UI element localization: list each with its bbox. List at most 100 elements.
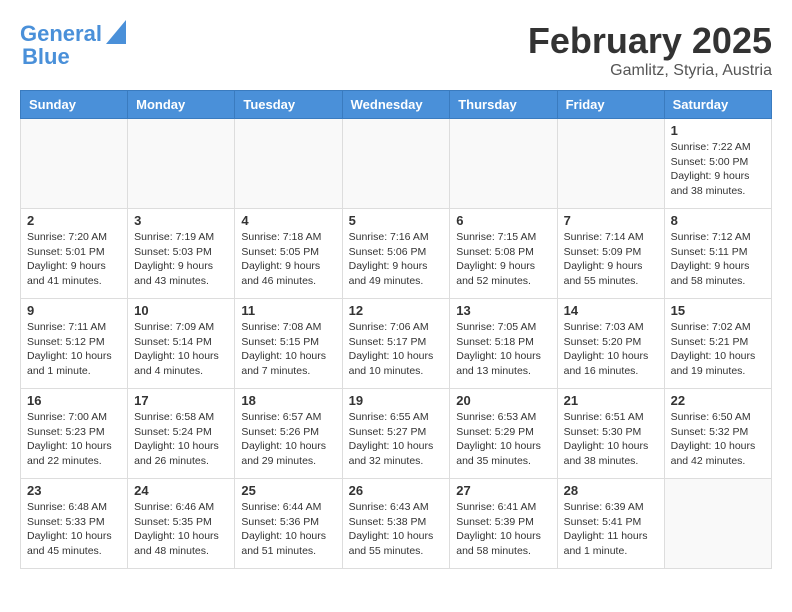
day-info: Sunrise: 7:05 AM Sunset: 5:18 PM Dayligh… xyxy=(456,320,550,379)
day-info: Sunrise: 7:15 AM Sunset: 5:08 PM Dayligh… xyxy=(456,230,550,289)
day-number: 21 xyxy=(564,393,658,408)
day-cell: 4Sunrise: 7:18 AM Sunset: 5:05 PM Daylig… xyxy=(235,209,342,299)
day-cell: 15 Sunrise: 7:02 AM Sunset: 5:21 PM Dayli… xyxy=(664,299,771,389)
day-info: Sunrise: 7:06 AM Sunset: 5:17 PM Dayligh… xyxy=(349,320,444,379)
week-row-2: 2 Sunrise: 7:20 AM Sunset: 5:01 PM Daylig… xyxy=(21,209,772,299)
day-info: Sunrise: 6:41 AM Sunset: 5:39 PM Dayligh… xyxy=(456,500,550,559)
weekday-header-thursday: Thursday xyxy=(450,91,557,119)
day-cell: 11 Sunrise: 7:08 AM Sunset: 5:15 PM Dayli… xyxy=(235,299,342,389)
day-info: Sunrise: 6:44 AM Sunset: 5:36 PM Dayligh… xyxy=(241,500,335,559)
day-info: Sunrise: 7:12 AM Sunset: 5:11 PM Dayligh… xyxy=(671,230,765,289)
day-cell: 28 Sunrise: 6:39 AM Sunset: 5:41 PM Dayli… xyxy=(557,479,664,569)
day-info: Sunrise: 6:48 AM Sunset: 5:33 PM Dayligh… xyxy=(27,500,121,559)
day-cell: 24 Sunrise: 6:46 AM Sunset: 5:35 PM Dayli… xyxy=(128,479,235,569)
day-cell: 22Sunrise: 6:50 AM Sunset: 5:32 PM Dayli… xyxy=(664,389,771,479)
day-info: Sunrise: 7:09 AM Sunset: 5:14 PM Dayligh… xyxy=(134,320,228,379)
day-number: 23 xyxy=(27,483,121,498)
day-cell: 25 Sunrise: 6:44 AM Sunset: 5:36 PM Dayli… xyxy=(235,479,342,569)
day-info: Sunrise: 6:43 AM Sunset: 5:38 PM Dayligh… xyxy=(349,500,444,559)
day-info: Sunrise: 7:02 AM Sunset: 5:21 PM Dayligh… xyxy=(671,320,765,379)
week-row-3: 9 Sunrise: 7:11 AM Sunset: 5:12 PM Daylig… xyxy=(21,299,772,389)
day-info: Sunrise: 7:08 AM Sunset: 5:15 PM Dayligh… xyxy=(241,320,335,379)
day-info: Sunrise: 6:57 AM Sunset: 5:26 PM Dayligh… xyxy=(241,410,335,469)
day-cell: 2 Sunrise: 7:20 AM Sunset: 5:01 PM Daylig… xyxy=(21,209,128,299)
page-header: General Blue February 2025 Gamlitz, Styr… xyxy=(20,20,772,80)
day-number: 2 xyxy=(27,213,121,228)
day-number: 5 xyxy=(349,213,444,228)
day-cell: 14 Sunrise: 7:03 AM Sunset: 5:20 PM Dayli… xyxy=(557,299,664,389)
day-cell: 23 Sunrise: 6:48 AM Sunset: 5:33 PM Dayli… xyxy=(21,479,128,569)
day-cell xyxy=(128,119,235,209)
day-cell: 19Sunrise: 6:55 AM Sunset: 5:27 PM Dayli… xyxy=(342,389,450,479)
day-cell: 12Sunrise: 7:06 AM Sunset: 5:17 PM Dayli… xyxy=(342,299,450,389)
month-title: February 2025 xyxy=(528,20,772,62)
day-number: 14 xyxy=(564,303,658,318)
weekday-header-tuesday: Tuesday xyxy=(235,91,342,119)
weekday-header-row: SundayMondayTuesdayWednesdayThursdayFrid… xyxy=(21,91,772,119)
day-info: Sunrise: 6:39 AM Sunset: 5:41 PM Dayligh… xyxy=(564,500,658,559)
weekday-header-sunday: Sunday xyxy=(21,91,128,119)
day-number: 24 xyxy=(134,483,228,498)
day-number: 9 xyxy=(27,303,121,318)
day-cell: 17 Sunrise: 6:58 AM Sunset: 5:24 PM Dayli… xyxy=(128,389,235,479)
week-row-5: 23 Sunrise: 6:48 AM Sunset: 5:33 PM Dayli… xyxy=(21,479,772,569)
day-number: 20 xyxy=(456,393,550,408)
day-number: 15 xyxy=(671,303,765,318)
day-number: 6 xyxy=(456,213,550,228)
day-cell: 21 Sunrise: 6:51 AM Sunset: 5:30 PM Dayli… xyxy=(557,389,664,479)
day-cell xyxy=(342,119,450,209)
day-cell: 9 Sunrise: 7:11 AM Sunset: 5:12 PM Daylig… xyxy=(21,299,128,389)
day-number: 16 xyxy=(27,393,121,408)
day-cell: 20 Sunrise: 6:53 AM Sunset: 5:29 PM Dayli… xyxy=(450,389,557,479)
day-cell xyxy=(557,119,664,209)
day-number: 13 xyxy=(456,303,550,318)
day-info: Sunrise: 6:53 AM Sunset: 5:29 PM Dayligh… xyxy=(456,410,550,469)
logo-text: General xyxy=(20,22,102,46)
day-cell: 26 Sunrise: 6:43 AM Sunset: 5:38 PM Dayli… xyxy=(342,479,450,569)
day-number: 18 xyxy=(241,393,335,408)
day-number: 3 xyxy=(134,213,228,228)
day-info: Sunrise: 7:03 AM Sunset: 5:20 PM Dayligh… xyxy=(564,320,658,379)
weekday-header-monday: Monday xyxy=(128,91,235,119)
weekday-header-friday: Friday xyxy=(557,91,664,119)
day-cell: 16 Sunrise: 7:00 AM Sunset: 5:23 PM Dayli… xyxy=(21,389,128,479)
day-info: Sunrise: 7:20 AM Sunset: 5:01 PM Dayligh… xyxy=(27,230,121,289)
day-number: 26 xyxy=(349,483,444,498)
day-number: 10 xyxy=(134,303,228,318)
day-info: Sunrise: 7:00 AM Sunset: 5:23 PM Dayligh… xyxy=(27,410,121,469)
day-cell: 18 Sunrise: 6:57 AM Sunset: 5:26 PM Dayli… xyxy=(235,389,342,479)
day-number: 27 xyxy=(456,483,550,498)
day-info: Sunrise: 7:19 AM Sunset: 5:03 PM Dayligh… xyxy=(134,230,228,289)
day-info: Sunrise: 6:46 AM Sunset: 5:35 PM Dayligh… xyxy=(134,500,228,559)
day-cell: 1 Sunrise: 7:22 AM Sunset: 5:00 PM Daylig… xyxy=(664,119,771,209)
day-cell: 10 Sunrise: 7:09 AM Sunset: 5:14 PM Dayli… xyxy=(128,299,235,389)
title-area: February 2025 Gamlitz, Styria, Austria xyxy=(528,20,772,80)
day-number: 28 xyxy=(564,483,658,498)
weekday-header-wednesday: Wednesday xyxy=(342,91,450,119)
day-cell: 8Sunrise: 7:12 AM Sunset: 5:11 PM Daylig… xyxy=(664,209,771,299)
day-number: 11 xyxy=(241,303,335,318)
logo-text2: Blue xyxy=(22,45,70,69)
logo: General Blue xyxy=(20,20,126,69)
day-cell: 3 Sunrise: 7:19 AM Sunset: 5:03 PM Daylig… xyxy=(128,209,235,299)
day-info: Sunrise: 6:58 AM Sunset: 5:24 PM Dayligh… xyxy=(134,410,228,469)
calendar-table: SundayMondayTuesdayWednesdayThursdayFrid… xyxy=(20,90,772,569)
day-info: Sunrise: 7:14 AM Sunset: 5:09 PM Dayligh… xyxy=(564,230,658,289)
day-cell xyxy=(664,479,771,569)
day-cell: 7 Sunrise: 7:14 AM Sunset: 5:09 PM Daylig… xyxy=(557,209,664,299)
week-row-4: 16 Sunrise: 7:00 AM Sunset: 5:23 PM Dayli… xyxy=(21,389,772,479)
day-number: 22 xyxy=(671,393,765,408)
day-info: Sunrise: 6:51 AM Sunset: 5:30 PM Dayligh… xyxy=(564,410,658,469)
day-info: Sunrise: 7:16 AM Sunset: 5:06 PM Dayligh… xyxy=(349,230,444,289)
day-cell xyxy=(21,119,128,209)
day-cell: 13 Sunrise: 7:05 AM Sunset: 5:18 PM Dayli… xyxy=(450,299,557,389)
day-cell xyxy=(450,119,557,209)
day-info: Sunrise: 7:22 AM Sunset: 5:00 PM Dayligh… xyxy=(671,140,765,199)
day-number: 25 xyxy=(241,483,335,498)
day-number: 1 xyxy=(671,123,765,138)
day-info: Sunrise: 7:11 AM Sunset: 5:12 PM Dayligh… xyxy=(27,320,121,379)
day-number: 7 xyxy=(564,213,658,228)
day-number: 17 xyxy=(134,393,228,408)
day-cell xyxy=(235,119,342,209)
location-title: Gamlitz, Styria, Austria xyxy=(528,62,772,80)
